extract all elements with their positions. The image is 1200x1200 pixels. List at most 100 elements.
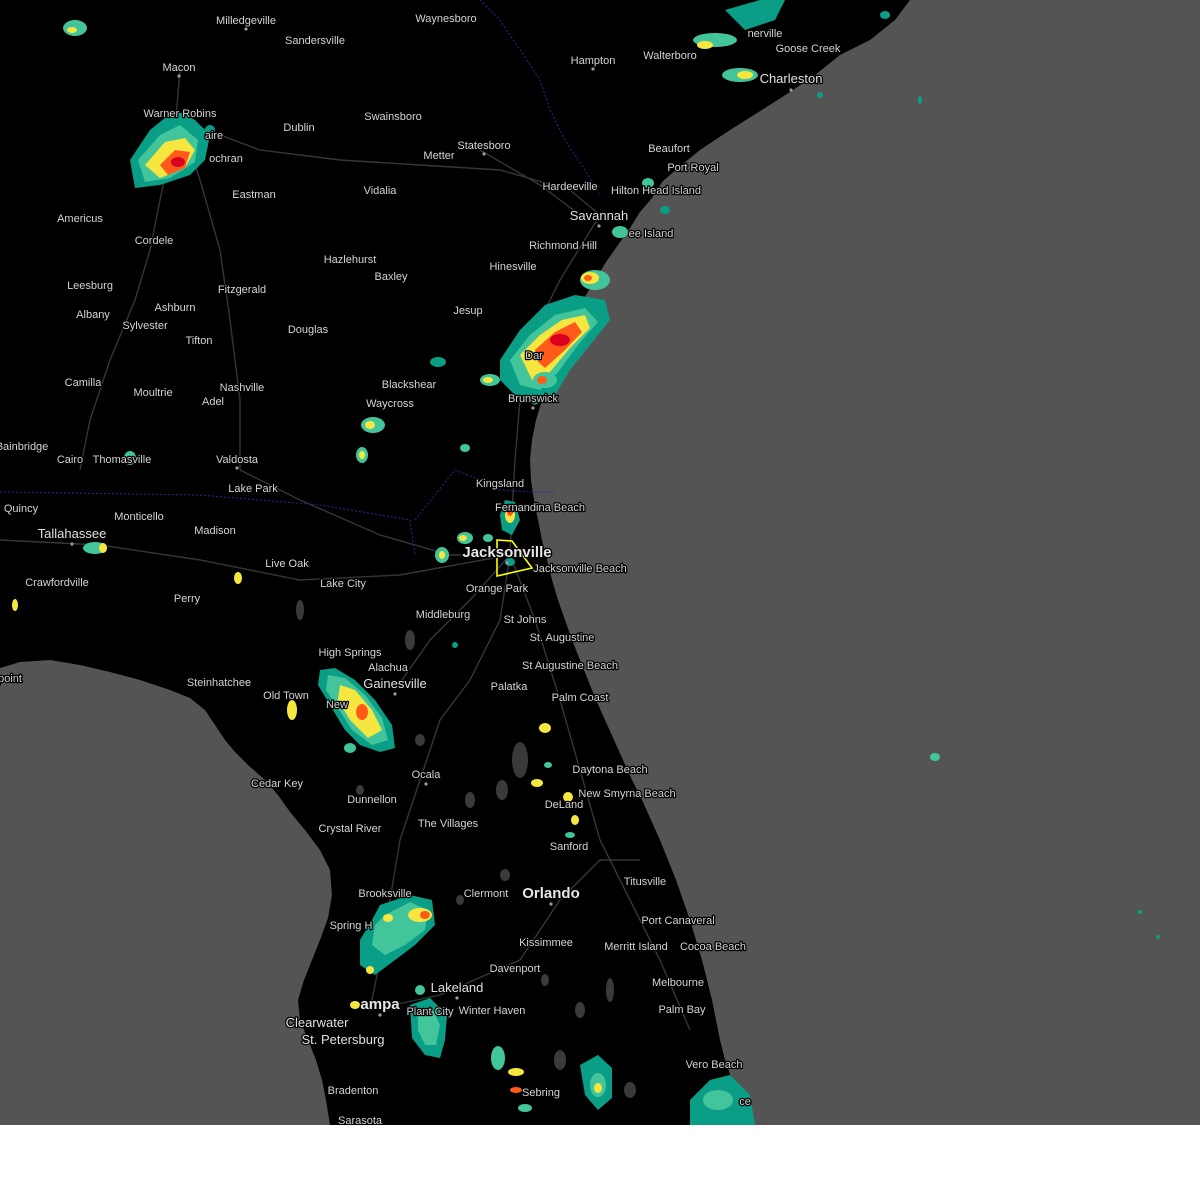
- city-label-clearwater: Clearwater: [286, 1015, 350, 1030]
- city-label-quincy: Quincy: [4, 503, 39, 515]
- city-label-st-johns: St Johns: [504, 614, 547, 626]
- city-label-st-petersburg: St. Petersburg: [301, 1032, 384, 1047]
- radar-map[interactable]: Milledgeville Waynesboro Sandersville Ma…: [0, 0, 1200, 1125]
- city-label-moultrie: Moultrie: [133, 387, 172, 399]
- city-label-beaufort: Beaufort: [648, 143, 690, 155]
- city-label-tifton: Tifton: [185, 335, 212, 347]
- city-label-sylvester: Sylvester: [122, 320, 168, 332]
- city-label-waynesboro: Waynesboro: [415, 13, 476, 25]
- city-label-monticello: Monticello: [114, 511, 164, 523]
- city-label-clermont: Clermont: [464, 888, 509, 900]
- city-label-sebring: Sebring: [522, 1087, 560, 1099]
- city-label-lake-park: Lake Park: [228, 483, 278, 495]
- city-label-port-canaveral: Port Canaveral: [641, 915, 714, 927]
- city-label-leesburg: Leesburg: [67, 280, 113, 292]
- city-label-douglas: Douglas: [288, 324, 329, 336]
- city-label-adel: Adel: [202, 396, 224, 408]
- city-label-fernandina-1: Fernandina Beach: [495, 502, 585, 514]
- city-label-gainesville: Gainesville: [363, 676, 427, 691]
- city-label-swainsboro: Swainsboro: [364, 111, 421, 123]
- city-label-lake-city: Lake City: [320, 578, 366, 590]
- city-label-newberry: New: [326, 699, 348, 711]
- city-label-tampa: ampa: [360, 996, 400, 1013]
- city-label-brunswick: Brunswick: [508, 393, 559, 405]
- city-label-sarasota: Sarasota: [338, 1115, 383, 1125]
- city-label-bainbridge: Bainbridge: [0, 441, 48, 453]
- city-label-orlando: Orlando: [522, 885, 580, 902]
- city-label-deland: DeLand: [545, 799, 584, 811]
- city-label-middleburg: Middleburg: [416, 609, 470, 621]
- city-label-albany: Albany: [76, 309, 110, 321]
- city-label-melbourne: Melbourne: [652, 977, 704, 989]
- city-label-cedar-key: Cedar Key: [251, 778, 303, 790]
- city-label-vidalia: Vidalia: [364, 185, 398, 197]
- city-label-goose-creek: Goose Creek: [776, 43, 841, 55]
- city-label-statesboro: Statesboro: [457, 140, 510, 152]
- city-label-cocoa-beach: Cocoa Beach: [680, 941, 746, 953]
- city-label-walterboro: Walterboro: [643, 50, 696, 62]
- city-label-thomasville: Thomasville: [93, 454, 152, 466]
- city-label-sanford: Sanford: [550, 841, 589, 853]
- city-label-valdosta: Valdosta: [216, 454, 259, 466]
- city-label-st-augustine-beach: St Augustine Beach: [522, 660, 618, 672]
- city-label-palm-coast: Palm Coast: [552, 692, 609, 704]
- city-label-kingsland: Kingsland: [476, 478, 524, 490]
- city-label-dublin: Dublin: [283, 122, 314, 134]
- city-label-kissimmee: Kissimmee: [519, 937, 573, 949]
- city-label-daytona: Daytona Beach: [572, 764, 647, 776]
- city-label-camilla: Camilla: [65, 377, 103, 389]
- city-label-spring-hill: Spring H: [330, 920, 373, 932]
- city-label-the-villages: The Villages: [418, 818, 479, 830]
- city-label-americus: Americus: [57, 213, 103, 225]
- city-label-palm-bay: Palm Bay: [658, 1004, 706, 1016]
- city-label-st-augustine: St. Augustine: [530, 632, 595, 644]
- city-label-orange-park: Orange Park: [466, 583, 529, 595]
- city-label-milledgeville: Milledgeville: [216, 15, 276, 27]
- city-label-new-smyrna: New Smyrna Beach: [578, 788, 675, 800]
- city-label-cairo: Cairo: [57, 454, 83, 466]
- city-label-port-royal: Port Royal: [667, 162, 718, 174]
- city-label-fort-pierce: ce: [739, 1096, 751, 1108]
- city-label-ocala: Ocala: [412, 769, 442, 781]
- city-label-steinhatchee: Steinhatchee: [187, 677, 251, 689]
- city-label-alachua: Alachua: [368, 662, 409, 674]
- city-label-merritt-island: Merritt Island: [604, 941, 668, 953]
- city-label-darien: Dar: [525, 350, 543, 362]
- city-label-metter: Metter: [423, 150, 455, 162]
- city-label-perry-ga: aire: [205, 130, 223, 142]
- city-label-high-springs: High Springs: [319, 647, 382, 659]
- city-label-nashville: Nashville: [220, 382, 265, 394]
- city-label-live-oak: Live Oak: [265, 558, 309, 570]
- city-label-charleston: Charleston: [760, 71, 823, 86]
- city-label-crystal-river: Crystal River: [319, 823, 382, 835]
- city-label-richmond-hill: Richmond Hill: [529, 240, 597, 252]
- city-label-macon: Macon: [162, 62, 195, 74]
- city-label-baxley: Baxley: [374, 271, 408, 283]
- city-label-vero-beach: Vero Beach: [686, 1059, 743, 1071]
- city-label-madison: Madison: [194, 525, 236, 537]
- city-label-hinesville: Hinesville: [489, 261, 536, 273]
- city-label-old-town: Old Town: [263, 690, 309, 702]
- city-label-lakeland: Lakeland: [431, 980, 484, 995]
- city-label-palatka: Palatka: [491, 681, 529, 693]
- city-label-warner-robins: Warner Robins: [144, 108, 217, 120]
- city-label-jesup: Jesup: [453, 305, 482, 317]
- city-label-winter-haven: Winter Haven: [459, 1005, 526, 1017]
- city-label-hazlehurst: Hazlehurst: [324, 254, 377, 266]
- city-label-point: point: [0, 673, 22, 685]
- city-label-ashburn: Ashburn: [155, 302, 196, 314]
- city-label-perry-fl: Perry: [174, 593, 201, 605]
- city-label-cordele: Cordele: [135, 235, 174, 247]
- city-label-crawfordville: Crawfordville: [25, 577, 89, 589]
- city-label-eastman: Eastman: [232, 189, 275, 201]
- city-label-blackshear: Blackshear: [382, 379, 437, 391]
- city-label-hardeeville: Hardeeville: [542, 181, 597, 193]
- city-label-jacksonville-beach: Jacksonville Beach: [533, 563, 627, 575]
- city-label-sandersville: Sandersville: [285, 35, 345, 47]
- city-label-cochran: ochran: [209, 153, 243, 165]
- city-label-plant-city: Plant City: [406, 1006, 454, 1018]
- city-label-davenport: Davenport: [490, 963, 541, 975]
- city-label-titusville: Titusville: [624, 876, 666, 888]
- city-label-waycross: Waycross: [366, 398, 414, 410]
- city-label-savannah: Savannah: [570, 208, 629, 223]
